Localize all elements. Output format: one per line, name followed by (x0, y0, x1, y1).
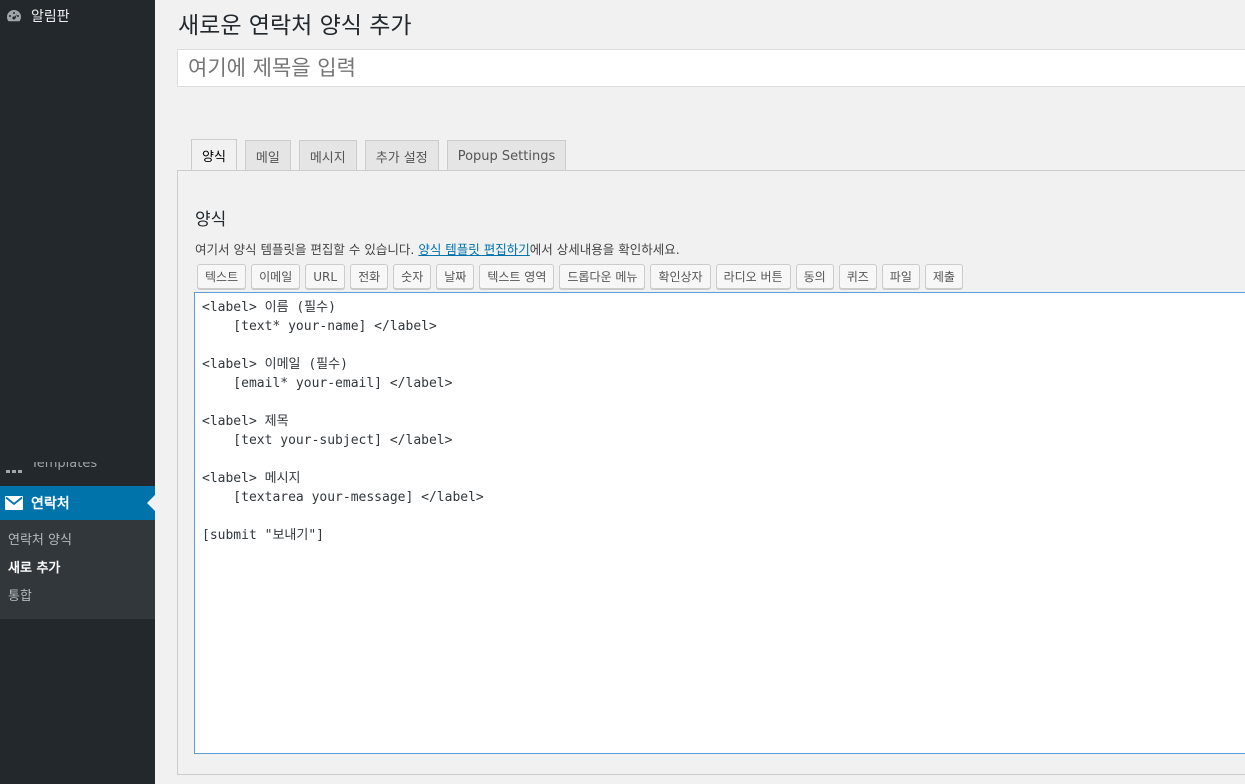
tag-button-file[interactable]: 파일 (881, 264, 920, 289)
contact-submenu: 연락처 양식 새로 추가 통합 (0, 520, 155, 619)
panel-description-text: 여기서 양식 템플릿을 편집할 수 있습니다. (195, 242, 419, 257)
panel-description-suffix: 에서 상세내용을 확인하세요. (529, 242, 680, 257)
page-title: 새로운 연락처 양식 추가 (178, 13, 412, 39)
menu-item-templates[interactable]: Templates (0, 462, 155, 482)
tag-button-acceptance[interactable]: 동의 (795, 264, 834, 289)
tag-button-textarea[interactable]: 텍스트 영역 (479, 264, 555, 289)
form-title-input[interactable] (177, 49, 1245, 87)
panel-heading: 양식 (195, 210, 227, 230)
tag-button-submit[interactable]: 제출 (924, 264, 963, 289)
tag-button-text[interactable]: 텍스트 (197, 264, 247, 289)
tag-button-dropdown[interactable]: 드롭다운 메뉴 (559, 264, 646, 289)
tag-button-checkbox[interactable]: 확인상자 (650, 264, 711, 289)
tab-additional-settings[interactable]: 추가 설정 (364, 140, 439, 171)
tag-generator-buttons: 텍스트 이메일 URL 전화 숫자 날짜 텍스트 영역 드롭다운 메뉴 확인상자… (197, 264, 968, 289)
menu-item-dashboard-label: 알림판 (31, 9, 70, 25)
tab-messages[interactable]: 메시지 (298, 140, 357, 171)
tag-button-email[interactable]: 이메일 (251, 264, 301, 289)
editor-tabs: 양식 메일 메시지 추가 설정 Popup Settings (191, 139, 574, 172)
envelope-icon (5, 494, 23, 512)
tag-button-quiz[interactable]: 퀴즈 (838, 264, 877, 289)
tag-button-tel[interactable]: 전화 (350, 264, 389, 289)
tab-popup-settings[interactable]: Popup Settings (446, 140, 567, 171)
tag-button-date[interactable]: 날짜 (436, 264, 475, 289)
dashboard-gauge-icon (5, 7, 23, 25)
form-panel: 양식 여기서 양식 템플릿을 편집할 수 있습니다. 양식 템플릿 편집하기에서… (177, 170, 1245, 775)
menu-item-templates-label: Templates (31, 462, 98, 471)
menu-item-contact[interactable]: 연락처 (0, 486, 155, 520)
tab-form[interactable]: 양식 (191, 139, 237, 172)
edit-template-link[interactable]: 양식 템플릿 편집하기 (418, 242, 529, 257)
tab-mail[interactable]: 메일 (244, 140, 291, 171)
panel-description: 여기서 양식 템플릿을 편집할 수 있습니다. 양식 템플릿 편집하기에서 상세… (195, 239, 680, 258)
form-template-editor[interactable]: <label> 이름 (필수) [text* your-name] </labe… (194, 292, 1245, 754)
tag-button-number[interactable]: 숫자 (393, 264, 432, 289)
submenu-item-integration[interactable]: 통합 (0, 583, 155, 611)
grid-icon (5, 463, 23, 481)
tag-button-radio[interactable]: 라디오 버튼 (715, 264, 791, 289)
admin-sidebar: 알림판 Templates 연락처 연락처 양식 새로 추가 통합 (0, 0, 155, 784)
submenu-item-add-new[interactable]: 새로 추가 (0, 555, 155, 583)
menu-item-contact-label: 연락처 (31, 496, 70, 512)
main-content: 새로운 연락처 양식 추가 양식 메일 메시지 추가 설정 Popup Sett… (155, 0, 1245, 784)
submenu-item-contact-forms[interactable]: 연락처 양식 (0, 527, 155, 555)
menu-item-dashboard[interactable]: 알림판 (0, 0, 155, 32)
tag-button-url[interactable]: URL (305, 264, 346, 289)
